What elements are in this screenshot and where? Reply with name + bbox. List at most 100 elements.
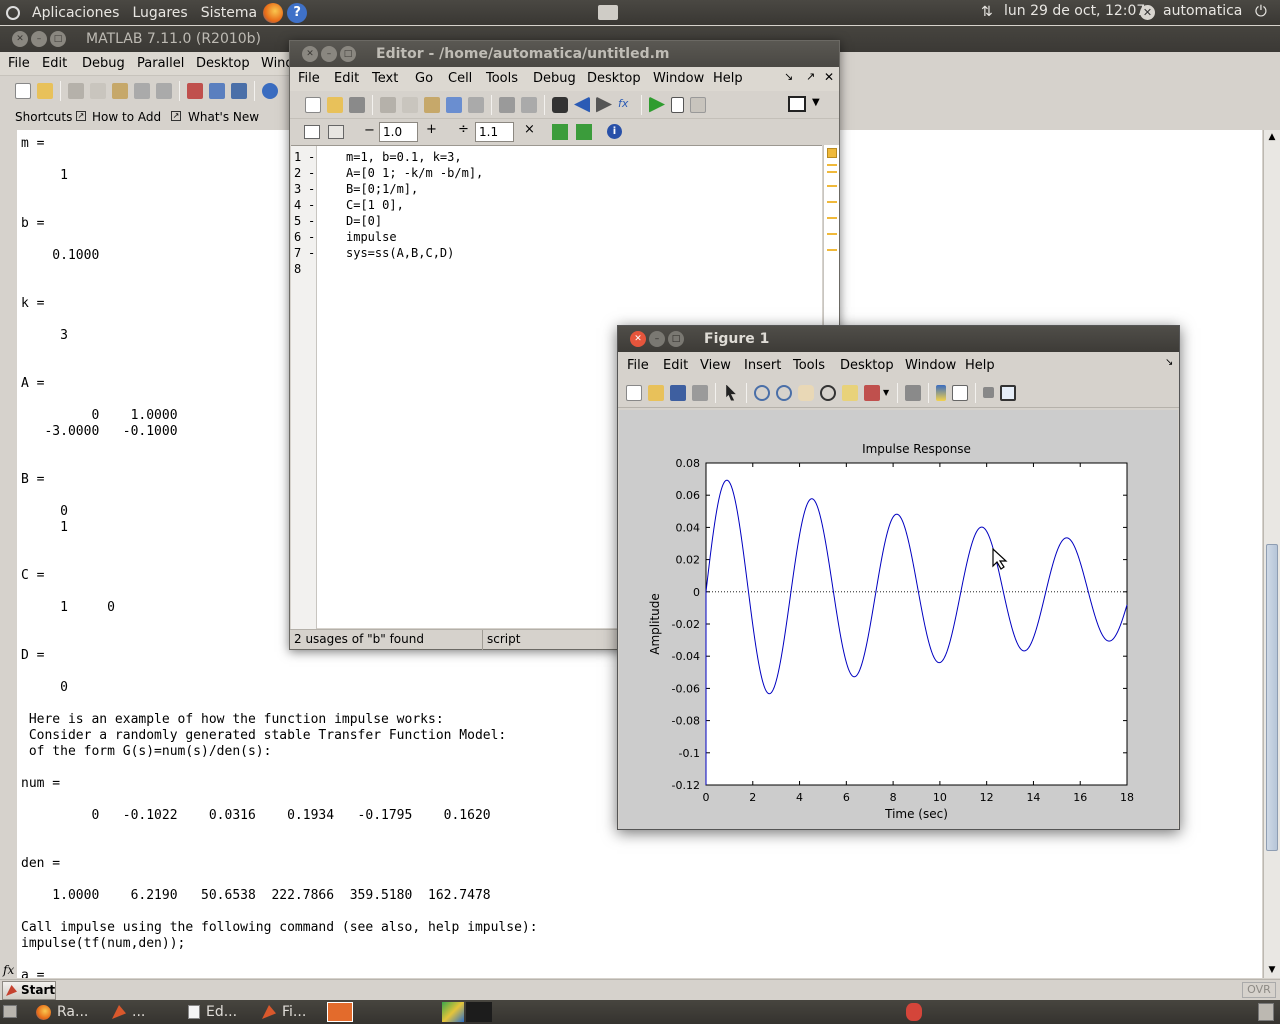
figure-window[interactable]: ✕ – □ Figure 1 File Edit View Insert Too… (617, 325, 1180, 830)
taskbar-item-figure[interactable]: Fi... (256, 1001, 326, 1023)
menu-lugares[interactable]: Lugares (132, 5, 187, 21)
taskbar-item-firefox[interactable]: Ra... (30, 1001, 100, 1023)
figure-menu-help[interactable]: Help (965, 358, 995, 373)
warning-marker[interactable] (827, 164, 837, 166)
user-status-icon[interactable]: ✕ (1140, 5, 1155, 20)
find-icon[interactable] (552, 96, 568, 113)
figure-titlebar[interactable]: ✕ – □ Figure 1 (618, 326, 1179, 352)
link-plot-icon[interactable] (905, 384, 922, 401)
fx-icon[interactable]: fx (3, 963, 14, 977)
code-line[interactable]: 8 (291, 261, 821, 277)
new-file-icon[interactable] (15, 82, 31, 99)
profiler-icon[interactable] (231, 82, 247, 99)
brush-icon[interactable] (864, 384, 880, 401)
help-icon[interactable]: ? (287, 2, 308, 23)
undo-icon[interactable] (446, 96, 462, 113)
close-icon[interactable]: ✕ (12, 31, 28, 47)
colorbar-icon[interactable] (936, 384, 947, 401)
warning-marker[interactable] (827, 185, 837, 187)
matlab-menu-edit[interactable]: Edit (42, 56, 67, 71)
tray-app-icon[interactable] (906, 1003, 922, 1021)
matlab-menu-debug[interactable]: Debug (82, 56, 125, 71)
network-icon[interactable]: ⇅ (981, 4, 993, 20)
editor-menu-help[interactable]: Help (713, 71, 743, 86)
warning-marker[interactable] (827, 217, 837, 219)
close-icon[interactable]: ✕ (302, 46, 318, 62)
figure-menu-edit[interactable]: Edit (663, 358, 688, 373)
redo-icon[interactable] (156, 82, 172, 99)
workspace-switcher-active[interactable] (327, 1002, 353, 1022)
editor-menu-tools[interactable]: Tools (486, 71, 518, 86)
executable-line-marker[interactable]: - (308, 229, 315, 245)
cell-divider-icon[interactable] (328, 125, 344, 139)
run-icon[interactable] (649, 96, 665, 113)
multiply-icon[interactable]: × (524, 122, 535, 137)
cut-icon[interactable] (68, 82, 84, 99)
close-icon[interactable]: ✕ (630, 331, 646, 347)
open-folder-icon[interactable] (648, 384, 664, 401)
save-icon[interactable] (670, 384, 686, 401)
scroll-down-arrow[interactable]: ▼ (1264, 963, 1280, 977)
chevron-down-icon[interactable]: ▼ (812, 97, 820, 108)
figure-menu-view[interactable]: View (700, 358, 731, 373)
save-icon[interactable] (349, 96, 365, 113)
back-arrow-icon[interactable] (574, 96, 590, 113)
open-folder-icon[interactable] (327, 96, 343, 113)
data-cursor-icon[interactable] (842, 384, 858, 401)
code-line[interactable]: 5- D=[0] (291, 213, 821, 229)
minimize-icon[interactable]: – (321, 46, 337, 62)
copy-icon[interactable] (402, 96, 418, 113)
editor-menu-cell[interactable]: Cell (448, 71, 472, 86)
decrement-icon[interactable]: − (364, 123, 375, 138)
scroll-up-arrow[interactable]: ▲ (1264, 130, 1280, 144)
executable-line-marker[interactable]: - (308, 213, 315, 229)
info-icon[interactable]: i (607, 124, 622, 139)
trash-icon[interactable] (1258, 1003, 1274, 1021)
ubuntu-logo-icon[interactable] (6, 5, 20, 20)
editor-menu-go[interactable]: Go (415, 71, 433, 86)
code-line[interactable]: 7- sys=ss(A,B,C,D) (291, 245, 821, 261)
rotate-3d-icon[interactable] (820, 384, 836, 401)
figure-menu-window[interactable]: Window (905, 358, 956, 373)
code-line[interactable]: 1- m=1, b=0.1, k=3, (291, 149, 821, 165)
shortcut-whats-new[interactable]: What's New (188, 110, 259, 124)
simulink-icon[interactable] (187, 82, 203, 99)
editor-menu-edit[interactable]: Edit (334, 71, 359, 86)
cell-eval-advance-icon[interactable] (576, 124, 592, 140)
cut-icon[interactable] (380, 96, 396, 113)
command-window-scrollbar[interactable]: ▲ ▼ (1263, 130, 1280, 978)
matlab-menu-desktop[interactable]: Desktop (196, 56, 250, 71)
maximize-icon[interactable]: □ (340, 46, 356, 62)
new-figure-icon[interactable] (626, 384, 642, 401)
show-plot-tools-icon[interactable] (1000, 384, 1017, 401)
menu-aplicaciones[interactable]: Aplicaciones (32, 5, 119, 21)
editor-titlebar[interactable]: ✕ – □ Editor - /home/automatica/untitled… (290, 41, 839, 67)
layout-icon[interactable] (788, 96, 806, 112)
editor-menu-text[interactable]: Text (372, 71, 398, 86)
undock-icon[interactable]: ↘ (1165, 357, 1173, 368)
code-line[interactable]: 4- C=[1 0], (291, 197, 821, 213)
warning-marker[interactable] (827, 171, 837, 173)
insert-cell-icon[interactable] (304, 125, 320, 139)
hide-plot-tools-icon[interactable] (983, 387, 995, 398)
menu-sistema[interactable]: Sistema (201, 5, 257, 21)
function-icon[interactable]: fx (618, 97, 634, 113)
matlab-thumbnail-icon[interactable] (466, 1002, 492, 1022)
stack-dropdown[interactable] (690, 96, 706, 113)
plot-area[interactable] (705, 462, 1128, 786)
figure-menu-file[interactable]: File (627, 358, 649, 373)
code-line[interactable]: 6- impulse (291, 229, 821, 245)
cell-eval-icon[interactable] (552, 124, 568, 140)
warning-indicator-icon[interactable] (827, 148, 837, 158)
publish-icon[interactable] (521, 96, 537, 113)
close-pane-icon[interactable]: ✕ (824, 70, 834, 84)
editor-menu-window[interactable]: Window (653, 71, 704, 86)
pointer-icon[interactable] (726, 384, 736, 401)
editor-menu-debug[interactable]: Debug (533, 71, 576, 86)
editor-menu-file[interactable]: File (298, 71, 320, 86)
minimize-icon[interactable]: – (649, 331, 665, 347)
executable-line-marker[interactable]: - (308, 181, 315, 197)
open-folder-icon[interactable] (37, 82, 53, 99)
pan-hand-icon[interactable] (798, 384, 814, 401)
breakpoint-icon[interactable] (671, 96, 684, 113)
